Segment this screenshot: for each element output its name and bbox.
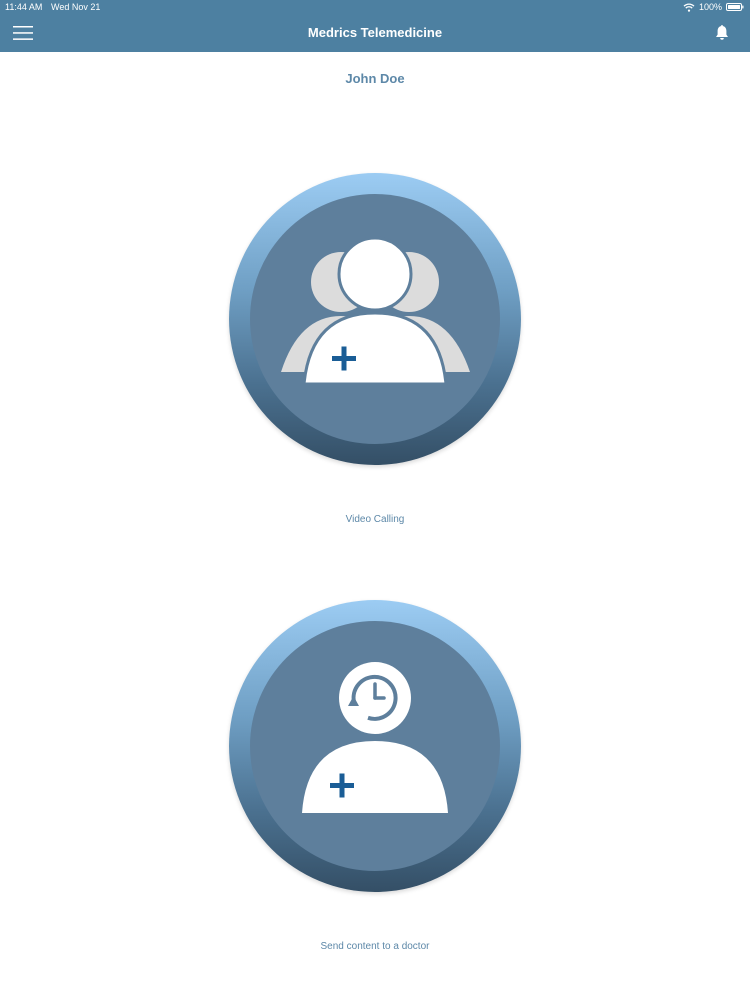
- page-title: Medrics Telemedicine: [307, 25, 443, 40]
- menu-button[interactable]: [10, 20, 36, 46]
- user-name: John Doe: [345, 71, 405, 86]
- app-screen: 11:44 AM Wed Nov 21 100% Medrics Telemed…: [0, 0, 750, 1000]
- status-bar: 11:44 AM Wed Nov 21 100%: [0, 0, 750, 14]
- wifi-icon: [683, 2, 695, 12]
- video-calling-button[interactable]: [229, 173, 521, 465]
- status-date: Wed Nov 21: [51, 2, 101, 12]
- app-header: 11:44 AM Wed Nov 21 100% Medrics Telemed…: [0, 0, 750, 52]
- hamburger-menu-icon: [13, 26, 33, 40]
- navigation-bar: Medrics Telemedicine: [0, 14, 750, 52]
- battery-percent: 100%: [698, 2, 722, 12]
- history-user-plus-icon: [302, 662, 448, 813]
- send-content-button[interactable]: [229, 600, 521, 892]
- video-calling-label: Video Calling: [345, 514, 405, 525]
- status-time: 11:44 AM: [5, 2, 43, 12]
- group-user-plus-icon: [281, 236, 470, 386]
- battery-icon: [726, 3, 744, 11]
- bell-icon: [716, 25, 728, 40]
- send-content-label: Send content to a doctor: [320, 941, 430, 952]
- notifications-button[interactable]: [712, 23, 732, 43]
- status-indicators: 100%: [683, 0, 744, 14]
